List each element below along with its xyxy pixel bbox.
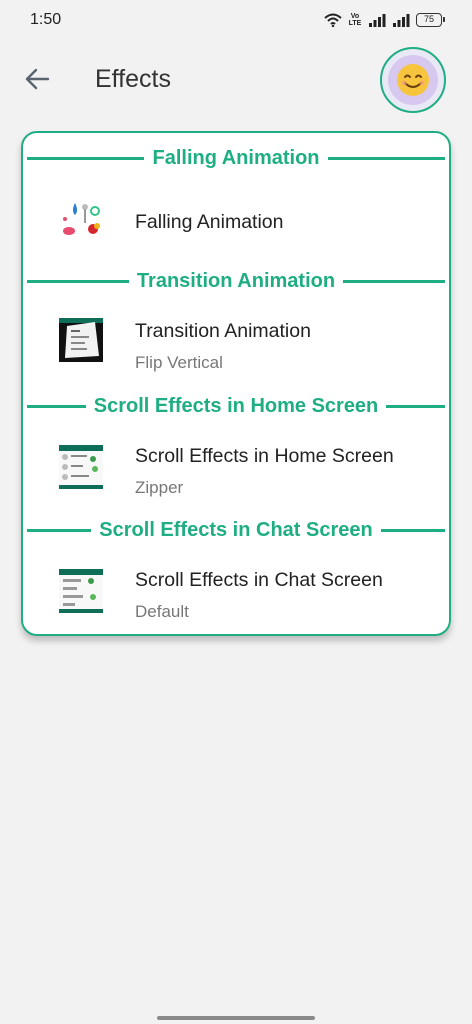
signal-icon <box>369 14 386 27</box>
falling-animation-thumbnail <box>63 203 100 235</box>
item-subtitle: Zipper <box>135 478 184 497</box>
signal-icon <box>393 14 410 27</box>
item-title: Falling Animation <box>135 211 284 233</box>
status-bar: 1:50 Vo LTE 75 <box>0 0 472 42</box>
divider <box>327 156 445 160</box>
divider <box>343 279 445 283</box>
item-subtitle: Default <box>135 602 189 621</box>
volte-icon: Vo LTE <box>348 13 362 27</box>
divider <box>27 279 129 283</box>
chat-scroll-thumbnail <box>59 569 103 613</box>
back-button[interactable] <box>18 60 56 98</box>
list-item-falling-animation[interactable]: Falling Animation <box>23 175 449 265</box>
wifi-icon <box>324 13 342 27</box>
item-subtitle: Flip Vertical <box>135 353 223 372</box>
avatar-button[interactable] <box>380 47 446 113</box>
list-item-transition-animation[interactable]: Transition Animation Flip Vertical <box>23 298 449 388</box>
effects-card: Falling Animation Falling Animation Tran… <box>21 131 451 636</box>
status-time: 1:50 <box>30 11 62 28</box>
divider <box>27 528 92 532</box>
avatar <box>388 55 438 105</box>
divider <box>27 404 86 408</box>
home-indicator[interactable] <box>157 1016 315 1020</box>
divider <box>27 156 145 160</box>
divider <box>386 404 446 408</box>
item-title: Scroll Effects in Home Screen <box>135 445 394 467</box>
section-title: Scroll Effects in Chat Screen <box>99 518 373 541</box>
section-title: Falling Animation <box>152 146 320 169</box>
status-icons: Vo LTE 75 <box>324 11 445 29</box>
arrow-left-icon <box>25 68 50 90</box>
smiling-face-icon <box>397 64 429 96</box>
battery-icon: 75 <box>416 13 445 27</box>
section-header-home-scroll: Scroll Effects in Home Screen <box>27 391 446 421</box>
divider <box>380 528 446 532</box>
list-item-home-scroll-effects[interactable]: Scroll Effects in Home Screen Zipper <box>23 423 449 513</box>
page-title: Effects <box>95 65 171 93</box>
transition-animation-thumbnail <box>59 318 103 362</box>
section-header-chat-scroll: Scroll Effects in Chat Screen <box>27 515 446 545</box>
list-item-chat-scroll-effects[interactable]: Scroll Effects in Chat Screen Default <box>23 547 449 634</box>
section-title: Scroll Effects in Home Screen <box>93 394 379 417</box>
section-header-falling: Falling Animation <box>27 143 445 173</box>
section-header-transition: Transition Animation <box>27 266 445 296</box>
home-scroll-thumbnail <box>59 445 103 489</box>
item-title: Transition Animation <box>135 320 311 342</box>
section-title: Transition Animation <box>136 269 336 292</box>
app-bar: Effects <box>0 42 472 122</box>
item-title: Scroll Effects in Chat Screen <box>135 569 383 591</box>
